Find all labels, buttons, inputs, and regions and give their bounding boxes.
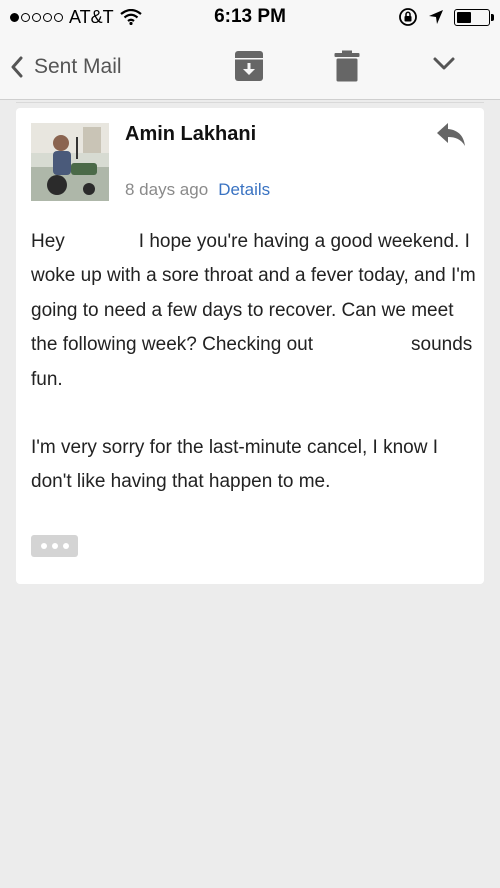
- rotation-lock-icon: [399, 8, 417, 26]
- location-arrow-icon: [429, 10, 443, 24]
- message-meta: 8 days ago Details: [125, 180, 270, 200]
- details-link[interactable]: Details: [218, 180, 270, 200]
- body-greeting: Hey: [31, 231, 65, 252]
- delete-button[interactable]: [334, 50, 360, 87]
- body-paragraph-2: I'm very sorry for the last-minute cance…: [31, 437, 438, 493]
- battery-icon: [454, 8, 494, 26]
- status-bar: AT&T 6:13 PM: [0, 0, 500, 34]
- message-body: Hey I hope you're having a good weekend. …: [31, 225, 476, 500]
- back-button[interactable]: Sent Mail: [10, 52, 122, 82]
- message-age: 8 days ago: [125, 180, 209, 199]
- status-right: [398, 5, 494, 29]
- sender-name[interactable]: Amin Lakhani: [125, 123, 256, 146]
- body-paragraph-1: Hey I hope you're having a good weekend. …: [31, 225, 476, 397]
- more-actions-button[interactable]: [432, 56, 456, 77]
- avatar-photo: [31, 123, 109, 201]
- reply-button[interactable]: [436, 122, 466, 153]
- archive-button[interactable]: [234, 50, 264, 87]
- back-label: Sent Mail: [34, 55, 122, 78]
- divider: [16, 102, 484, 103]
- ellipsis-icon: [40, 543, 47, 549]
- chevron-down-icon: [433, 57, 455, 70]
- nav-bar: Sent Mail: [0, 34, 500, 100]
- avatar[interactable]: [31, 123, 109, 201]
- archive-icon: [235, 51, 263, 81]
- reply-icon: [437, 123, 465, 146]
- trash-icon: [334, 50, 360, 82]
- chevron-left-icon: [11, 56, 23, 78]
- show-trimmed-content-button[interactable]: [31, 535, 78, 557]
- body-text-1: I hope you're having a good weekend. I w…: [31, 231, 476, 356]
- message-card: Amin Lakhani 8 days ago Details Hey I hop…: [16, 108, 484, 584]
